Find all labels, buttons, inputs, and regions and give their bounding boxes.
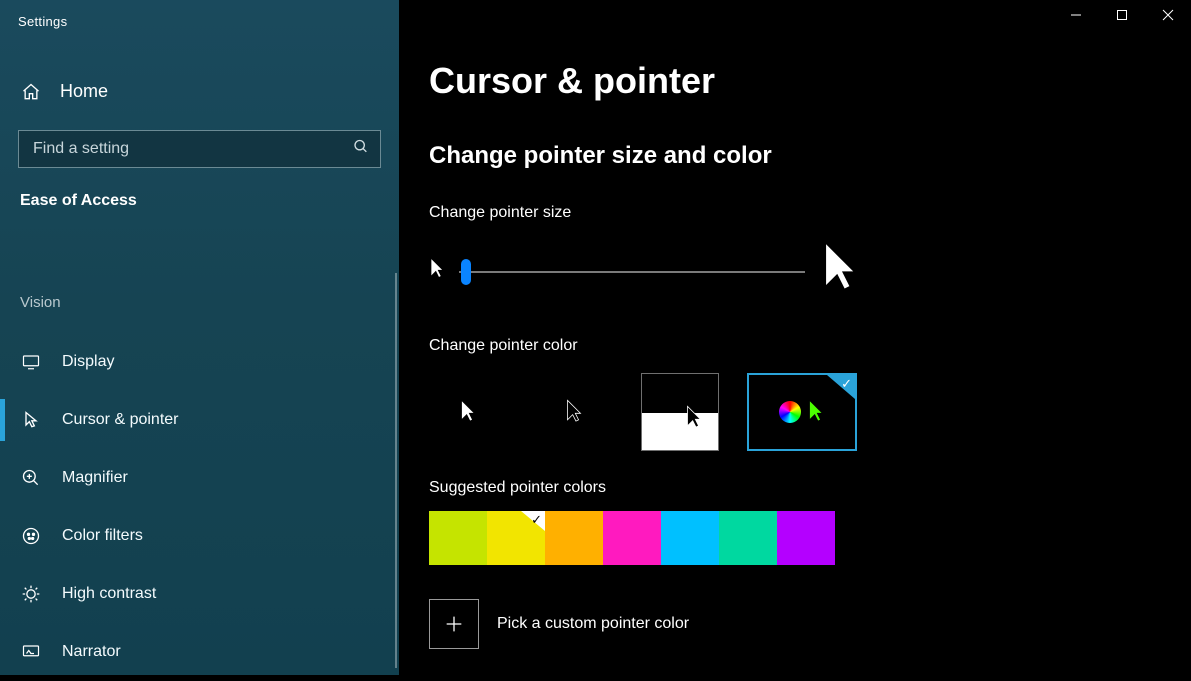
magnifier-icon (20, 468, 42, 488)
maximize-button[interactable] (1099, 0, 1145, 32)
sidebar-item-cursor[interactable]: Cursor & pointer (0, 391, 399, 449)
sidebar-item-high-contrast[interactable]: High contrast (0, 565, 399, 623)
scrollbar[interactable] (395, 273, 397, 668)
display-icon (20, 353, 42, 371)
check-icon: ✓ (827, 375, 855, 399)
pointer-size-label: Change pointer size (429, 204, 1191, 222)
home-label: Home (60, 81, 108, 102)
sidebar-item-label: Display (62, 353, 114, 371)
sidebar-item-narrator[interactable]: Narrator (0, 623, 399, 681)
cursor-icon (20, 410, 42, 430)
sidebar-item-display[interactable]: Display (0, 333, 399, 391)
search-icon (353, 139, 369, 160)
minimize-button[interactable] (1053, 0, 1099, 32)
suggested-color-swatch[interactable] (661, 511, 719, 565)
home-icon (20, 82, 42, 102)
sidebar-item-color-filters[interactable]: Color filters (0, 507, 399, 565)
pointer-color-black[interactable] (535, 373, 613, 451)
sidebar-item-label: Cursor & pointer (62, 411, 179, 429)
sidebar-section-title: Ease of Access (0, 192, 399, 210)
pick-custom-color-label: Pick a custom pointer color (497, 615, 689, 633)
suggested-color-swatch[interactable] (777, 511, 835, 565)
color-filters-icon (20, 526, 42, 546)
pick-custom-color-button[interactable] (429, 599, 479, 649)
sidebar-item-label: Color filters (62, 527, 143, 545)
sidebar-item-magnifier[interactable]: Magnifier (0, 449, 399, 507)
sidebar-item-label: Magnifier (62, 469, 128, 487)
sidebar-group-vision: Vision (0, 294, 399, 311)
slider-thumb[interactable] (461, 259, 471, 285)
high-contrast-icon (20, 584, 42, 604)
sidebar-item-label: Narrator (62, 643, 121, 661)
suggested-color-row: ✓ (429, 511, 1191, 565)
cursor-large-icon (819, 240, 861, 303)
close-button[interactable] (1145, 0, 1191, 32)
pointer-color-white[interactable] (429, 373, 507, 451)
narrator-icon (20, 643, 42, 661)
section-title: Change pointer size and color (429, 142, 1191, 170)
sidebar-item-label: High contrast (62, 585, 156, 603)
app-title: Settings (0, 0, 399, 29)
suggested-color-swatch[interactable] (719, 511, 777, 565)
pointer-size-slider[interactable] (459, 262, 805, 282)
suggested-color-swatch[interactable]: ✓ (487, 511, 545, 565)
cursor-small-icon (429, 257, 445, 286)
sidebar: Settings Home Ease of Access Vision Disp… (0, 0, 399, 675)
main-content: Cursor & pointer Change pointer size and… (399, 0, 1191, 675)
check-icon: ✓ (531, 512, 542, 528)
pointer-color-label: Change pointer color (429, 337, 1191, 355)
pointer-color-custom[interactable]: ✓ (747, 373, 857, 451)
window-controls (1053, 0, 1191, 36)
search-input[interactable] (18, 130, 381, 168)
page-title: Cursor & pointer (429, 60, 1191, 102)
suggested-color-swatch[interactable] (603, 511, 661, 565)
suggested-colors-label: Suggested pointer colors (429, 479, 1191, 497)
color-wheel-icon (779, 401, 801, 423)
home-button[interactable]: Home (0, 81, 399, 102)
pointer-color-inverted[interactable] (641, 373, 719, 451)
suggested-color-swatch[interactable] (545, 511, 603, 565)
suggested-color-swatch[interactable] (429, 511, 487, 565)
